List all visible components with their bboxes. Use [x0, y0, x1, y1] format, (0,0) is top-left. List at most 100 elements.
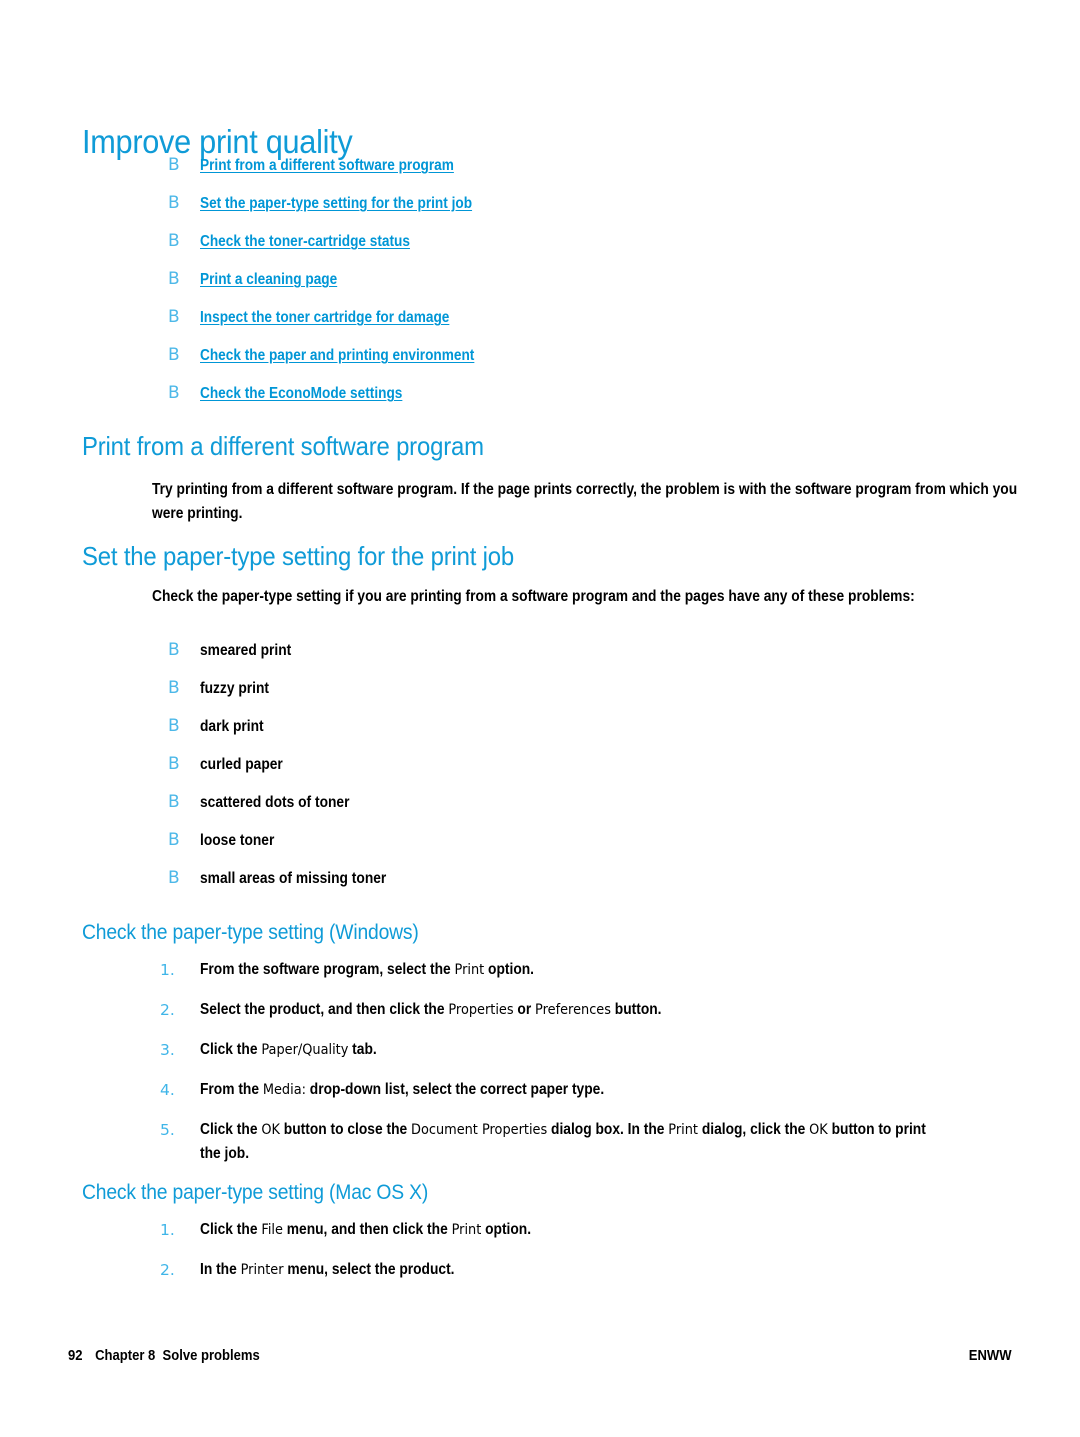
step-text-fragment: Click the — [200, 1121, 262, 1138]
step-text-fragment: menu, select the product. — [283, 1261, 455, 1278]
step-text-fragment: Select the product, and then click the — [200, 1001, 449, 1018]
step-text-fragment: dialog box. In the — [547, 1121, 669, 1138]
page-footer: 92 Chapter 8 Solve problems ENWW — [68, 1348, 1012, 1364]
step-text: From the software program, select the Pr… — [200, 958, 948, 982]
paragraph-set-paper-type: Check the paper-type setting if you are … — [152, 585, 1080, 609]
list-item-label: small areas of missing toner — [200, 870, 387, 887]
toc-item[interactable]: B Print a cleaning page — [168, 269, 968, 307]
footer-chapter-title: Solve problems — [162, 1348, 260, 1364]
subsection-heading-macosx: Check the paper-type setting (Mac OS X) — [82, 1180, 458, 1206]
toc-link[interactable]: Check the paper and printing environment — [200, 347, 474, 365]
step-text-fragment: From the software program, select the — [200, 961, 455, 978]
section-heading-set-paper-type: Set the paper-type setting for the print… — [82, 540, 552, 572]
bullet-icon: B — [168, 345, 180, 365]
footer-chapter: Chapter 8 — [95, 1348, 156, 1364]
paragraph-text: Check the paper-type setting if you are … — [152, 588, 915, 605]
ui-term: Printer — [240, 1262, 284, 1278]
bullet-icon: B — [168, 640, 180, 660]
list-item: Bsmeared print — [168, 640, 868, 678]
ui-term: Preferences — [535, 1002, 611, 1018]
step-text: In the Printer menu, select the product. — [200, 1258, 948, 1282]
step-number: 1. — [160, 961, 175, 979]
ui-term: File — [261, 1222, 283, 1238]
step-item: 5. Click the OK button to close the Docum… — [160, 1118, 1040, 1166]
step-text-fragment: dialog, click the — [697, 1121, 810, 1138]
footer-left-group: 92 Chapter 8 Solve problems — [68, 1348, 260, 1364]
step-item: 2. Select the product, and then click the… — [160, 998, 1040, 1022]
problems-bullet-list: Bsmeared print Bfuzzy print Bdark print Bcu… — [168, 640, 868, 906]
step-number: 1. — [160, 1221, 175, 1239]
list-item: Bloose toner — [168, 830, 868, 868]
toc-item[interactable]: B Check the toner-cartridge status — [168, 231, 968, 269]
toc-link[interactable]: Check the EconoMode settings — [200, 385, 402, 403]
ui-term: Print — [451, 1222, 482, 1238]
step-text-fragment: drop-down list, select the correct paper… — [305, 1081, 605, 1098]
ui-term: OK — [809, 1122, 828, 1138]
bullet-icon: B — [168, 155, 180, 175]
list-item: Bcurled paper — [168, 754, 868, 792]
list-item-label: fuzzy print — [200, 680, 269, 697]
step-text: Click the Paper/Quality tab. — [200, 1038, 948, 1062]
list-item-label: smeared print — [200, 642, 292, 659]
step-number: 4. — [160, 1081, 175, 1099]
step-text-fragment: From the — [200, 1081, 263, 1098]
subsection-heading-windows: Check the paper-type setting (Windows) — [82, 920, 448, 946]
step-text-fragment: tab. — [348, 1041, 377, 1058]
list-item: Bsmall areas of missing toner — [168, 868, 868, 906]
toc-link[interactable]: Print from a different software program — [200, 157, 454, 175]
step-item: 1. Click the File menu, and then click th… — [160, 1218, 1040, 1242]
list-item: Bscattered dots of toner — [168, 792, 868, 830]
step-text: Select the product, and then click the P… — [200, 998, 948, 1022]
list-item-label: dark print — [200, 718, 264, 735]
ui-term: Document Properties — [411, 1122, 548, 1138]
ui-term: Paper/Quality — [261, 1042, 349, 1058]
footer-right-label: ENWW — [969, 1348, 1012, 1364]
step-item: 4. From the Media: drop-down list, select… — [160, 1078, 1040, 1102]
table-of-contents: B Print from a different software program… — [168, 155, 968, 421]
toc-item[interactable]: B Inspect the toner cartridge for damage — [168, 307, 968, 345]
list-item-label: loose toner — [200, 832, 275, 849]
bullet-icon: B — [168, 716, 180, 736]
list-item-label: curled paper — [200, 756, 283, 773]
step-text-fragment: button. — [610, 1001, 662, 1018]
ui-term: Print — [668, 1122, 698, 1138]
ui-term: Properties — [448, 1002, 514, 1018]
heading-text: Check the paper-type setting (Mac OS X) — [82, 1181, 429, 1204]
list-item: Bfuzzy print — [168, 678, 868, 716]
step-text-fragment: option. — [484, 961, 535, 978]
heading-text: Print from a different software program — [82, 431, 484, 461]
step-item: 1. From the software program, select the … — [160, 958, 1040, 982]
step-text-fragment: Click the — [200, 1041, 262, 1058]
toc-item[interactable]: B Check the paper and printing environmen… — [168, 345, 968, 383]
paragraph-text: Try printing from a different software p… — [152, 481, 1018, 522]
bullet-icon: B — [168, 754, 180, 774]
ui-term: Media: — [262, 1082, 306, 1098]
step-number: 3. — [160, 1041, 175, 1059]
step-text: From the Media: drop-down list, select t… — [200, 1078, 948, 1102]
section-heading-print-from-different-software: Print from a different software program — [82, 430, 519, 462]
steps-list-macosx: 1. Click the File menu, and then click th… — [160, 1218, 1040, 1298]
list-item-label: scattered dots of toner — [200, 794, 350, 811]
step-text: Click the OK button to close the Documen… — [200, 1118, 948, 1166]
toc-link[interactable]: Check the toner-cartridge status — [200, 233, 410, 251]
toc-item[interactable]: B Set the paper-type setting for the prin… — [168, 193, 968, 231]
step-text: Click the File menu, and then click the … — [200, 1218, 948, 1242]
bullet-icon: B — [168, 231, 180, 251]
toc-link[interactable]: Inspect the toner cartridge for damage — [200, 309, 449, 327]
step-text-fragment: Click the — [200, 1221, 262, 1238]
heading-text: Check the paper-type setting (Windows) — [82, 921, 419, 944]
toc-link[interactable]: Print a cleaning page — [200, 271, 337, 289]
bullet-icon: B — [168, 678, 180, 698]
heading-text: Set the paper-type setting for the print… — [82, 541, 515, 571]
step-number: 5. — [160, 1121, 175, 1139]
bullet-icon: B — [168, 830, 180, 850]
ui-term: Print — [454, 962, 485, 978]
toc-link[interactable]: Set the paper-type setting for the print… — [200, 195, 472, 213]
step-text-fragment: button to close the — [279, 1121, 412, 1138]
paragraph-print-from-different-software: Try printing from a different software p… — [152, 478, 1080, 526]
toc-item[interactable]: B Check the EconoMode settings — [168, 383, 968, 421]
bullet-icon: B — [168, 307, 180, 327]
toc-item[interactable]: B Print from a different software program — [168, 155, 968, 193]
step-text-fragment: menu, and then click the — [282, 1221, 452, 1238]
bullet-icon: B — [168, 792, 180, 812]
